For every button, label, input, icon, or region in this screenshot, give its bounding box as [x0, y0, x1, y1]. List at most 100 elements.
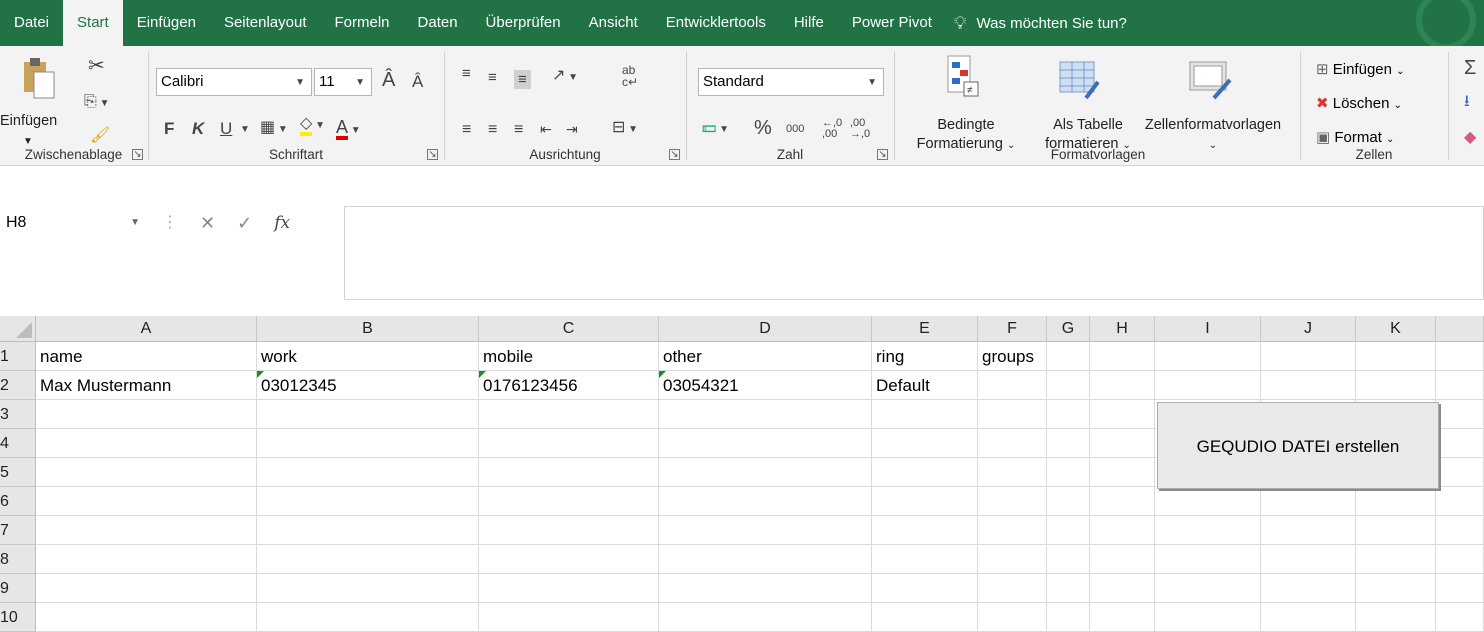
cell-e3[interactable] — [872, 400, 978, 429]
bold-button[interactable]: F — [164, 120, 174, 137]
cell-b10[interactable] — [257, 603, 479, 632]
cell-b5[interactable] — [257, 458, 479, 487]
fill-color-icon[interactable]: ◇ ▼ — [300, 116, 325, 136]
cell-h1[interactable] — [1090, 342, 1155, 371]
cell-f3[interactable] — [978, 400, 1047, 429]
cell-d4[interactable] — [659, 429, 872, 458]
cell-filler[interactable] — [1436, 487, 1484, 516]
tab-datei[interactable]: Datei — [0, 0, 63, 46]
cell-styles-icon[interactable] — [1188, 58, 1232, 106]
cell-f2[interactable] — [978, 371, 1047, 400]
tab-entwicklertools[interactable]: Entwicklertools — [652, 0, 780, 46]
cell-k6[interactable] — [1356, 487, 1436, 516]
cell-g4[interactable] — [1047, 429, 1090, 458]
cell-g3[interactable] — [1047, 400, 1090, 429]
tab-daten[interactable]: Daten — [404, 0, 472, 46]
decrease-decimal-icon[interactable]: ,00 →,0 — [850, 118, 870, 140]
cell-i7[interactable] — [1155, 516, 1261, 545]
cell-k7[interactable] — [1356, 516, 1436, 545]
tab-einfügen[interactable]: Einfügen — [123, 0, 210, 46]
cell-a1[interactable]: name — [36, 342, 257, 371]
copy-icon[interactable]: ⎘ ▼ — [84, 94, 110, 110]
dialog-launcher-icon[interactable]: ↘ — [877, 149, 888, 160]
cell-i1[interactable] — [1155, 342, 1261, 371]
align-center-icon[interactable]: ≡ — [488, 122, 497, 138]
column-header-a[interactable]: A — [36, 316, 257, 342]
cell-g2[interactable] — [1047, 371, 1090, 400]
cell-g6[interactable] — [1047, 487, 1090, 516]
row-header-5[interactable]: 5 — [0, 458, 36, 487]
row-header-7[interactable]: 7 — [0, 516, 36, 545]
cell-c1[interactable]: mobile — [479, 342, 659, 371]
cell-i10[interactable] — [1155, 603, 1261, 632]
cell-e6[interactable] — [872, 487, 978, 516]
merge-center-icon[interactable]: ⊟ ▼ — [612, 120, 638, 136]
align-top-icon[interactable]: ≡ — [462, 66, 471, 81]
cell-a7[interactable] — [36, 516, 257, 545]
cell-c3[interactable] — [479, 400, 659, 429]
cell-c10[interactable] — [479, 603, 659, 632]
cut-icon[interactable]: ✂ — [88, 56, 105, 76]
cell-h8[interactable] — [1090, 545, 1155, 574]
cell-filler[interactable] — [1436, 371, 1484, 400]
formula-input[interactable] — [344, 206, 1484, 300]
select-all-corner[interactable] — [0, 316, 36, 342]
row-header-6[interactable]: 6 — [0, 487, 36, 516]
cell-d1[interactable]: other — [659, 342, 872, 371]
cell-b6[interactable] — [257, 487, 479, 516]
format-cells-button[interactable]: ▣ Format ⌄ — [1316, 128, 1394, 146]
cell-k2[interactable] — [1356, 371, 1436, 400]
cell-i8[interactable] — [1155, 545, 1261, 574]
cell-g5[interactable] — [1047, 458, 1090, 487]
cell-g10[interactable] — [1047, 603, 1090, 632]
dialog-launcher-icon[interactable]: ↘ — [427, 149, 438, 160]
cell-c9[interactable] — [479, 574, 659, 603]
cell-f7[interactable] — [978, 516, 1047, 545]
cell-c8[interactable] — [479, 545, 659, 574]
chevron-down-icon[interactable]: ▼ — [240, 125, 250, 135]
wrap-text-icon[interactable]: ab c↵ — [622, 64, 638, 88]
cell-a6[interactable] — [36, 487, 257, 516]
cell-c7[interactable] — [479, 516, 659, 545]
cell-f9[interactable] — [978, 574, 1047, 603]
align-left-icon[interactable]: ≡ — [462, 122, 471, 138]
insert-cells-button[interactable]: ⊞ Einfügen ⌄ — [1316, 60, 1405, 78]
cell-h7[interactable] — [1090, 516, 1155, 545]
cell-h9[interactable] — [1090, 574, 1155, 603]
row-header-4[interactable]: 4 — [0, 429, 36, 458]
row-header-10[interactable]: 10 — [0, 603, 36, 632]
format-as-table-icon[interactable] — [1058, 60, 1100, 106]
cell-h4[interactable] — [1090, 429, 1155, 458]
cell-j9[interactable] — [1261, 574, 1356, 603]
cell-filler[interactable] — [1436, 342, 1484, 371]
dialog-launcher-icon[interactable]: ↘ — [669, 149, 680, 160]
autosum-icon[interactable]: Σ — [1464, 58, 1476, 78]
row-header-2[interactable]: 2 — [0, 371, 36, 400]
cell-b8[interactable] — [257, 545, 479, 574]
column-header-i[interactable]: I — [1155, 316, 1261, 342]
cell-d2[interactable]: 03054321 — [659, 371, 872, 400]
tell-me-search[interactable]: 💡︎ Was möchten Sie tun? — [946, 13, 1135, 34]
tab-start[interactable]: Start — [63, 0, 123, 46]
cell-e7[interactable] — [872, 516, 978, 545]
cell-a4[interactable] — [36, 429, 257, 458]
cell-i2[interactable] — [1155, 371, 1261, 400]
cell-g7[interactable] — [1047, 516, 1090, 545]
cell-d5[interactable] — [659, 458, 872, 487]
conditional-formatting-icon[interactable]: ≠ — [942, 54, 982, 104]
cell-a10[interactable] — [36, 603, 257, 632]
decrease-indent-icon[interactable]: ⇤ — [540, 122, 552, 136]
cell-j2[interactable] — [1261, 371, 1356, 400]
cell-b4[interactable] — [257, 429, 479, 458]
tab-ansicht[interactable]: Ansicht — [575, 0, 652, 46]
cell-d7[interactable] — [659, 516, 872, 545]
cancel-icon[interactable]: ✕ — [200, 213, 215, 234]
cell-j7[interactable] — [1261, 516, 1356, 545]
column-header-c[interactable]: C — [479, 316, 659, 342]
cell-g9[interactable] — [1047, 574, 1090, 603]
column-header-d[interactable]: D — [659, 316, 872, 342]
fill-icon[interactable]: ⭳ — [1464, 94, 1470, 110]
accounting-format-icon[interactable]: 💵︎ ▼ — [702, 120, 729, 136]
cell-e1[interactable]: ring — [872, 342, 978, 371]
cell-k10[interactable] — [1356, 603, 1436, 632]
